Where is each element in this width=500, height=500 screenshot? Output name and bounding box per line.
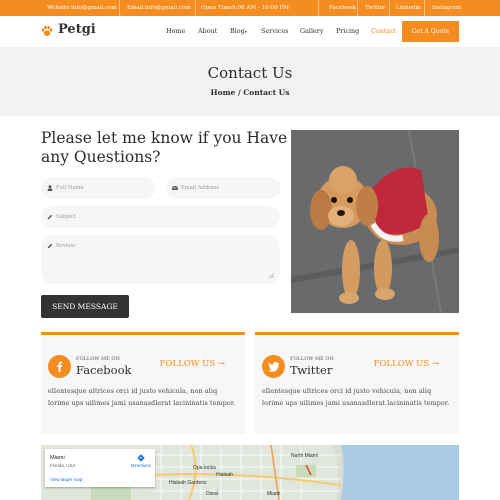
twitter-icon-glyph <box>268 362 279 372</box>
website-label: Website : <box>47 5 74 11</box>
nav-gallery[interactable]: Gallery <box>300 16 323 47</box>
email-address-field[interactable]: Email Address <box>166 177 280 199</box>
follow-me-on-label: FOLLOW ME ON <box>76 356 120 362</box>
map-label-hialeah: Hialeah <box>216 472 233 478</box>
facebook-icon-glyph <box>57 361 63 372</box>
email-value[interactable]: info@gmail.com <box>145 0 191 16</box>
facebook-icon[interactable] <box>48 355 71 378</box>
dog-photo <box>291 130 459 313</box>
review-placeholder: Review <box>56 243 76 249</box>
map-info-card: Miami Florida, USA Directions View large… <box>45 449 155 487</box>
map-place-name: Miami <box>50 455 65 461</box>
site-logo-text[interactable]: Petgi <box>58 22 96 37</box>
twitter-icon[interactable] <box>262 355 285 378</box>
website-value[interactable]: info@gmail.com <box>71 0 117 16</box>
nav-services[interactable]: Services <box>261 16 289 47</box>
map-place-region: Florida, USA <box>50 463 76 468</box>
full-name-placeholder: Full Name <box>56 185 84 191</box>
user-icon <box>47 185 53 191</box>
view-larger-map-link[interactable]: View larger map <box>50 477 82 482</box>
topbar-divider <box>424 0 425 16</box>
card-description: ellentesque ultrices orci id justo vehic… <box>262 388 450 407</box>
facebook-card: FOLLOW ME ON Facebook FOLLOW US → ellent… <box>41 332 245 434</box>
top-info-bar: Website : info@gmail.com Email : info@gm… <box>0 0 500 16</box>
open-time-label: Open Time : <box>201 5 236 11</box>
card-title: Facebook <box>76 363 132 377</box>
resize-handle-icon[interactable] <box>269 273 274 278</box>
nav-blog[interactable]: Blog▾ <box>230 16 247 47</box>
dog-illustration <box>291 130 459 313</box>
topbar-divider <box>318 0 319 16</box>
follow-us-link[interactable]: FOLLOW US → <box>374 359 439 369</box>
paw-logo-icon <box>41 25 53 36</box>
topbar-link-linkedin[interactable]: Linkedin <box>396 0 421 16</box>
map-directions-link[interactable]: Directions <box>131 463 151 468</box>
send-message-button[interactable]: SEND MESSAGE <box>41 295 129 318</box>
subject-placeholder: Subject <box>56 214 76 220</box>
card-title: Twitter <box>290 363 333 377</box>
topbar-divider <box>119 0 120 16</box>
follow-us-link[interactable]: FOLLOW US → <box>160 359 225 369</box>
map-label-north-miami: North Miami <box>291 453 318 459</box>
nav-pricing[interactable]: Pricing <box>336 16 359 47</box>
envelope-icon <box>172 185 178 190</box>
nav-blog-label: Blog <box>230 27 245 35</box>
email-label: Email : <box>127 5 147 11</box>
map-label-opa-locka: Opa-locka <box>193 465 216 471</box>
topbar-divider <box>389 0 390 16</box>
get-a-quote-button[interactable]: Get A Quote <box>402 21 459 42</box>
embedded-map[interactable]: Opa-locka North Miami Hialeah Hialeah Ga… <box>41 445 459 500</box>
subject-field[interactable]: Subject <box>41 206 280 228</box>
twitter-card: FOLLOW ME ON Twitter FOLLOW US → ellente… <box>255 332 459 434</box>
map-label-doral: Doral <box>206 491 218 497</box>
page-title: Contact Us <box>207 64 293 82</box>
pencil-icon <box>47 214 53 220</box>
nav-home[interactable]: Home <box>166 16 185 47</box>
follow-me-on-label: FOLLOW ME ON <box>290 356 334 362</box>
open-time-value: 9:00 AM - 10:00 PM <box>232 5 289 11</box>
form-heading: Please let me know if you Have any Quest… <box>41 129 288 166</box>
topbar-link-instagram[interactable]: Instagram <box>432 0 461 16</box>
nav-contact[interactable]: Contact <box>371 16 396 47</box>
review-textarea[interactable]: Review <box>41 235 280 284</box>
topbar-divider <box>195 0 196 16</box>
site-header: Petgi Home About Blog▾ Services Gallery … <box>0 16 500 47</box>
map-label-miami: Miami <box>267 491 281 497</box>
topbar-link-facebook[interactable]: Facebook <box>329 0 356 16</box>
card-description: ellentesque ultrices orci id justo vehic… <box>48 388 236 407</box>
chevron-down-icon: ▾ <box>244 29 247 34</box>
topbar-link-twitter[interactable]: Twitter <box>365 0 386 16</box>
email-address-placeholder: Email Address <box>181 185 220 191</box>
breadcrumb: Home / Contact Us <box>210 88 290 97</box>
pencil-icon <box>47 243 53 249</box>
full-name-field[interactable]: Full Name <box>41 177 155 199</box>
topbar-divider <box>357 0 358 16</box>
directions-icon[interactable] <box>137 454 145 462</box>
map-label-hialeah-gardens: Hialeah Gardens <box>169 480 207 486</box>
page-banner: Contact Us Home / Contact Us <box>0 47 500 116</box>
nav-about[interactable]: About <box>198 16 217 47</box>
